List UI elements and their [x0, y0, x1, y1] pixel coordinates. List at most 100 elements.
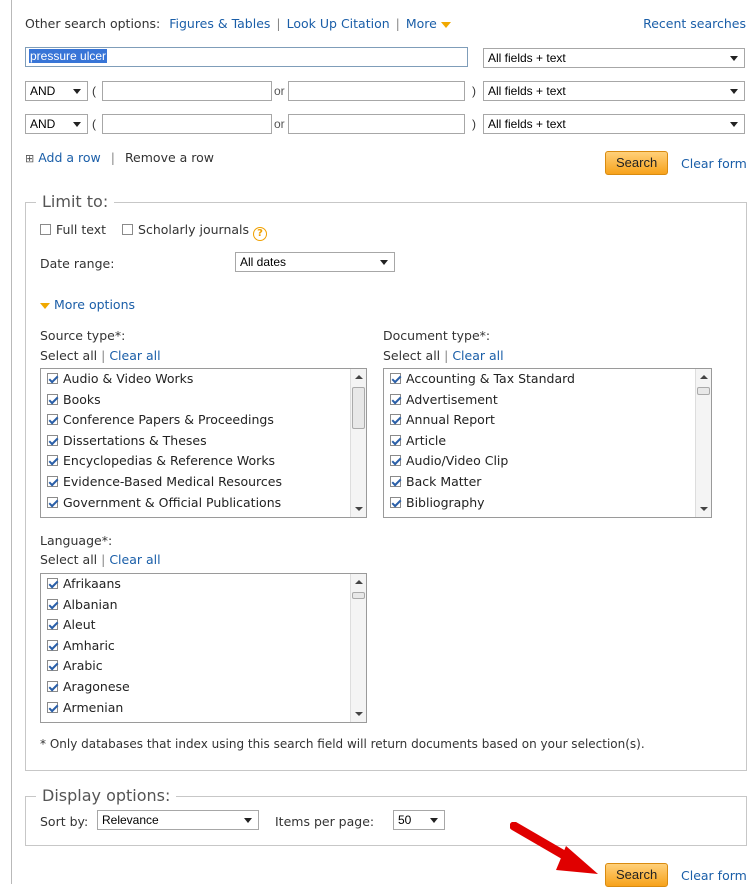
scholarly-journals-checkbox[interactable]	[122, 224, 134, 235]
look-up-citation-link[interactable]: Look Up Citation	[287, 16, 390, 31]
list-item[interactable]: Audio/Video Clip	[384, 451, 711, 472]
language-select-all[interactable]: Select all	[40, 552, 97, 567]
list-item[interactable]: Amharic	[41, 636, 366, 657]
clear-form-link-bottom[interactable]: Clear form	[681, 868, 747, 883]
source-select-all[interactable]: Select all	[40, 348, 97, 363]
date-range-select[interactable]: All dates	[235, 252, 395, 272]
list-item-label: Albanian	[63, 596, 118, 612]
checkbox[interactable]	[47, 598, 58, 610]
figures-tables-link[interactable]: Figures & Tables	[169, 16, 270, 31]
source-clear-all[interactable]: Clear all	[109, 348, 160, 363]
search-button-bottom[interactable]: Search	[605, 863, 669, 887]
list-item-label: Arabic	[63, 658, 103, 674]
checkbox[interactable]	[390, 496, 401, 508]
checkbox[interactable]	[390, 455, 401, 467]
operator-select-row-3[interactable]: AND	[25, 114, 88, 134]
help-icon[interactable]: ?	[253, 227, 268, 241]
list-item[interactable]: Government & Official Publications	[41, 493, 366, 514]
checkbox[interactable]	[390, 393, 401, 405]
source-type-listbox[interactable]: Audio & Video Works Books Conference Paper…	[40, 368, 367, 518]
list-item-label: Books	[63, 391, 101, 407]
display-options-legend: Display options:	[36, 786, 177, 805]
checkbox[interactable]	[47, 578, 58, 589]
field-select-row-2[interactable]: All fields + text	[483, 81, 745, 101]
list-item[interactable]: Aragonese	[41, 677, 366, 698]
checkbox[interactable]	[47, 701, 58, 713]
clear-form-link-top[interactable]: Clear form	[681, 156, 747, 171]
checkbox[interactable]	[47, 393, 58, 405]
list-item[interactable]: Dissertations & Theses	[41, 431, 366, 452]
operator-select-row-2[interactable]: AND	[25, 81, 88, 101]
scroll-thumb[interactable]	[697, 387, 710, 395]
search-input-row-3b[interactable]	[288, 114, 465, 134]
checkbox[interactable]	[47, 639, 58, 651]
items-per-page-select[interactable]: 50	[393, 810, 445, 830]
checkbox[interactable]	[390, 414, 401, 426]
dropdown-arrow-icon	[73, 122, 81, 127]
checkbox[interactable]	[47, 619, 58, 631]
scroll-thumb[interactable]	[352, 592, 365, 599]
list-item[interactable]: Aleut	[41, 615, 366, 636]
full-text-checkbox[interactable]	[40, 224, 51, 235]
dropdown-arrow-icon	[73, 89, 81, 94]
dropdown-arrow-icon	[730, 56, 738, 61]
checkbox[interactable]	[390, 434, 401, 446]
source-type-scrollbar[interactable]	[350, 369, 366, 517]
list-item-label: Audio & Video Works	[63, 371, 194, 386]
doctype-select-all[interactable]: Select all	[383, 348, 440, 363]
checkbox[interactable]	[47, 496, 58, 508]
list-item[interactable]: Encyclopedias & Reference Works	[41, 451, 366, 472]
list-item[interactable]: Advertisement	[384, 390, 711, 411]
list-item[interactable]: Afrikaans	[41, 574, 366, 595]
list-item[interactable]: Audio & Video Works	[41, 369, 366, 390]
list-item-label: Dissertations & Theses	[63, 432, 207, 448]
list-item[interactable]: Evidence-Based Medical Resources	[41, 472, 366, 493]
remove-row-link[interactable]: Remove a row	[125, 150, 214, 165]
list-item[interactable]: Back Matter	[384, 472, 711, 493]
more-menu[interactable]: More	[406, 16, 451, 31]
list-item[interactable]: Accounting & Tax Standard	[384, 369, 711, 390]
list-item-label: Armenian	[63, 699, 124, 715]
language-clear-all[interactable]: Clear all	[109, 552, 160, 567]
checkbox[interactable]	[47, 414, 58, 426]
list-item[interactable]: Albanian	[41, 595, 366, 616]
search-button-top[interactable]: Search	[605, 151, 669, 175]
checkbox[interactable]	[47, 434, 58, 446]
field-select-row-3[interactable]: All fields + text	[483, 114, 745, 134]
list-item[interactable]: Conference Papers & Proceedings	[41, 410, 366, 431]
doctype-clear-all[interactable]: Clear all	[452, 348, 503, 363]
add-row-link[interactable]: ⊞ Add a row	[25, 150, 101, 165]
language-listbox[interactable]: Afrikaans Albanian Aleut Amharic Arabic Arago…	[40, 573, 367, 723]
more-options-toggle[interactable]: More options	[40, 297, 135, 312]
list-item[interactable]: Armenian	[41, 698, 366, 719]
list-item[interactable]: Books	[41, 390, 366, 411]
search-input-row-2a[interactable]	[102, 81, 272, 101]
checkbox[interactable]	[47, 660, 58, 672]
field-select-row-1[interactable]: All fields + text	[483, 48, 745, 68]
list-item[interactable]: Arabic	[41, 656, 366, 677]
document-type-listbox[interactable]: Accounting & Tax Standard Advertisement An…	[383, 368, 712, 518]
list-item[interactable]: Annual Report	[384, 410, 711, 431]
limit-to-legend: Limit to:	[36, 192, 115, 211]
open-paren: (	[92, 84, 96, 98]
language-scrollbar[interactable]	[350, 574, 366, 722]
checkbox[interactable]	[47, 475, 58, 487]
checkbox[interactable]	[47, 455, 58, 467]
checkbox[interactable]	[390, 475, 401, 487]
source-type-label: Source type*:	[40, 328, 126, 343]
checkbox[interactable]	[47, 373, 58, 384]
recent-searches-link[interactable]: Recent searches	[643, 16, 746, 31]
document-type-scrollbar[interactable]	[695, 369, 711, 517]
scroll-thumb[interactable]	[352, 387, 365, 429]
search-input-row-1[interactable]: pressure ulcer	[25, 47, 468, 67]
search-input-row-3a[interactable]	[102, 114, 272, 134]
list-item[interactable]: Article	[384, 431, 711, 452]
list-item[interactable]: Bibliography	[384, 493, 711, 514]
sort-by-select[interactable]: Relevance	[97, 810, 259, 830]
document-type-label: Document type*:	[383, 328, 491, 343]
search-input-row-2b[interactable]	[288, 81, 465, 101]
checkbox[interactable]	[390, 373, 401, 384]
field-select-row-1-value: All fields + text	[488, 51, 566, 65]
checkbox[interactable]	[47, 680, 58, 692]
list-item-label: Government & Official Publications	[63, 494, 282, 510]
